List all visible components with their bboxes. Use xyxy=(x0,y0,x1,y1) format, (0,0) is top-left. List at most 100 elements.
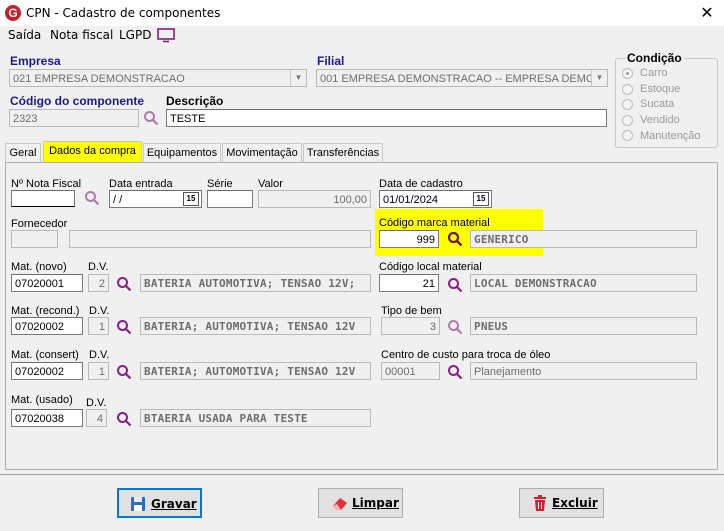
filial-select[interactable]: 001 EMPRESA DEMONSTRACAO -- EMPRESA DEMO… xyxy=(316,69,608,87)
search-icon[interactable] xyxy=(447,231,463,247)
search-icon[interactable] xyxy=(116,276,132,292)
valor-field[interactable]: 100,00 xyxy=(258,190,371,208)
trash-icon xyxy=(534,495,546,511)
search-icon[interactable] xyxy=(84,190,100,206)
gravar-label: Gravar xyxy=(151,497,197,511)
mat-usado-code-field[interactable]: 07020038 xyxy=(11,409,83,427)
menu-nota-fiscal[interactable]: Nota fiscal xyxy=(50,28,113,42)
condicao-label: Condição xyxy=(625,51,684,65)
radio-manutencao[interactable] xyxy=(622,130,633,141)
marca-label: Código marca material xyxy=(379,217,490,229)
mat-recond-code-value: 07020002 xyxy=(15,321,64,333)
radio-vendido-label: Vendido xyxy=(640,114,680,126)
mat-usado-dv-field: 4 xyxy=(86,409,107,427)
centro-custo-code-field[interactable]: 00001 xyxy=(381,362,440,380)
mat-recond-dv-value: 1 xyxy=(98,321,105,333)
radio-vendido[interactable] xyxy=(622,115,633,126)
empresa-dropdown-arrow-icon[interactable]: ▼ xyxy=(290,70,306,86)
search-icon[interactable] xyxy=(447,319,463,335)
mat-consert-label: Mat. (consert) xyxy=(11,349,79,361)
mat-usado-label: Mat. (usado) xyxy=(11,394,73,406)
tab-transferencias[interactable]: Transferências xyxy=(303,143,383,163)
dv-label: D.V. xyxy=(86,397,107,409)
menu-saida[interactable]: Saída xyxy=(8,28,41,42)
filial-dropdown-arrow-icon[interactable]: ▼ xyxy=(591,70,607,86)
local-code-field[interactable]: 21 xyxy=(379,274,439,292)
limpar-button[interactable]: Limpar xyxy=(318,488,403,518)
search-icon[interactable] xyxy=(447,364,463,380)
radio-estoque[interactable] xyxy=(622,84,633,95)
mat-novo-code-value: 07020001 xyxy=(15,278,64,290)
local-code-value: 21 xyxy=(422,278,435,290)
nota-fiscal-field[interactable] xyxy=(11,190,75,207)
data-entrada-value: / / xyxy=(113,194,123,206)
excluir-label: Excluir xyxy=(552,496,598,510)
descricao-value: TESTE xyxy=(170,113,206,125)
marca-code-field[interactable]: 999 xyxy=(379,230,439,248)
calendar-icon[interactable]: 15 xyxy=(473,192,489,206)
save-disk-icon xyxy=(131,497,145,511)
data-cadastro-label: Data de cadastro xyxy=(379,178,463,190)
descricao-field[interactable]: TESTE xyxy=(166,109,607,127)
centro-custo-code-value: 00001 xyxy=(385,366,416,378)
radio-carro[interactable] xyxy=(622,68,633,79)
excluir-button[interactable]: Excluir xyxy=(519,488,604,518)
mat-recond-code-field[interactable]: 07020002 xyxy=(11,317,83,335)
search-icon[interactable] xyxy=(116,411,132,427)
codigo-componente-value: 2323 xyxy=(13,113,38,125)
mat-consert-code-value: 07020002 xyxy=(15,366,64,378)
mat-novo-desc-field: BATERIA AUTOMOTIVA; TENSAO 12V; xyxy=(140,274,371,292)
tipo-name-field: PNEUS xyxy=(470,317,697,335)
tab-geral[interactable]: Geral xyxy=(5,143,41,163)
codigo-componente-field[interactable]: 2323 xyxy=(9,109,139,127)
mat-usado-code-value: 07020038 xyxy=(15,413,64,425)
eraser-icon xyxy=(333,498,347,510)
mat-consert-dv-field: 1 xyxy=(88,362,109,380)
search-icon[interactable] xyxy=(143,110,159,126)
monitor-icon[interactable] xyxy=(157,28,175,43)
mat-novo-desc-value: BATERIA AUTOMOTIVA; TENSAO 12V; xyxy=(144,277,356,290)
mat-recond-label: Mat. (recond.) xyxy=(11,305,80,317)
tab-dados-da-compra[interactable]: Dados da compra xyxy=(43,141,142,164)
mat-consert-desc-value: BATERIA; AUTOMOTIVA; TENSAO 12V xyxy=(144,365,356,378)
empresa-select[interactable]: 021 EMPRESA DEMONSTRACAO xyxy=(9,69,307,87)
nota-fiscal-label: Nº Nota Fiscal xyxy=(11,178,82,190)
local-name-field: LOCAL DEMONSTRACAO xyxy=(470,274,697,292)
app-logo-icon: G xyxy=(5,5,21,21)
mat-consert-code-field[interactable]: 07020002 xyxy=(11,362,83,380)
limpar-label: Limpar xyxy=(352,496,399,510)
marca-name-field: GENERICO xyxy=(470,230,697,248)
tipo-name-value: PNEUS xyxy=(474,320,509,333)
local-label: Código local material xyxy=(379,261,482,273)
tipo-label: Tipo de bem xyxy=(381,305,442,317)
tab-movimentacao[interactable]: Movimentação xyxy=(222,143,302,163)
radio-sucata[interactable] xyxy=(622,99,633,110)
serie-field[interactable] xyxy=(207,190,253,208)
search-icon[interactable] xyxy=(116,364,132,380)
mat-novo-code-field[interactable]: 07020001 xyxy=(11,274,83,292)
valor-value: 100,00 xyxy=(333,194,367,206)
close-window-button[interactable]: ✕ xyxy=(696,4,718,22)
mat-consert-desc-field: BATERIA; AUTOMOTIVA; TENSAO 12V xyxy=(140,362,371,380)
search-icon[interactable] xyxy=(116,319,132,335)
empresa-value: 021 EMPRESA DEMONSTRACAO xyxy=(13,73,185,85)
filial-label: Filial xyxy=(317,54,345,68)
fornecedor-code-field[interactable] xyxy=(11,230,58,248)
gravar-button[interactable]: Gravar xyxy=(117,488,202,518)
mat-novo-dv-value: 2 xyxy=(98,278,105,290)
dv-label: D.V. xyxy=(89,305,110,317)
search-icon[interactable] xyxy=(447,277,463,293)
menu-lgpd[interactable]: LGPD xyxy=(119,28,151,42)
tab-equipamentos[interactable]: Equipamentos xyxy=(143,143,221,163)
mat-novo-dv-field: 2 xyxy=(88,274,109,292)
filial-value: 001 EMPRESA DEMONSTRACAO -- EMPRESA DEMO… xyxy=(320,73,603,85)
calendar-icon[interactable]: 15 xyxy=(183,192,199,206)
tipo-code-value: 3 xyxy=(429,321,436,333)
mat-recond-desc-field: BATERIA; AUTOMOTIVA; TENSAO 12V xyxy=(140,317,371,335)
radio-sucata-label: Sucata xyxy=(640,98,675,110)
tipo-code-field[interactable]: 3 xyxy=(381,317,440,335)
radio-carro-label: Carro xyxy=(640,67,668,79)
dv-label: D.V. xyxy=(88,261,109,273)
mat-usado-desc-field: BTAERIA USADA PARA TESTE xyxy=(140,409,371,427)
fornecedor-name-field xyxy=(69,230,371,248)
